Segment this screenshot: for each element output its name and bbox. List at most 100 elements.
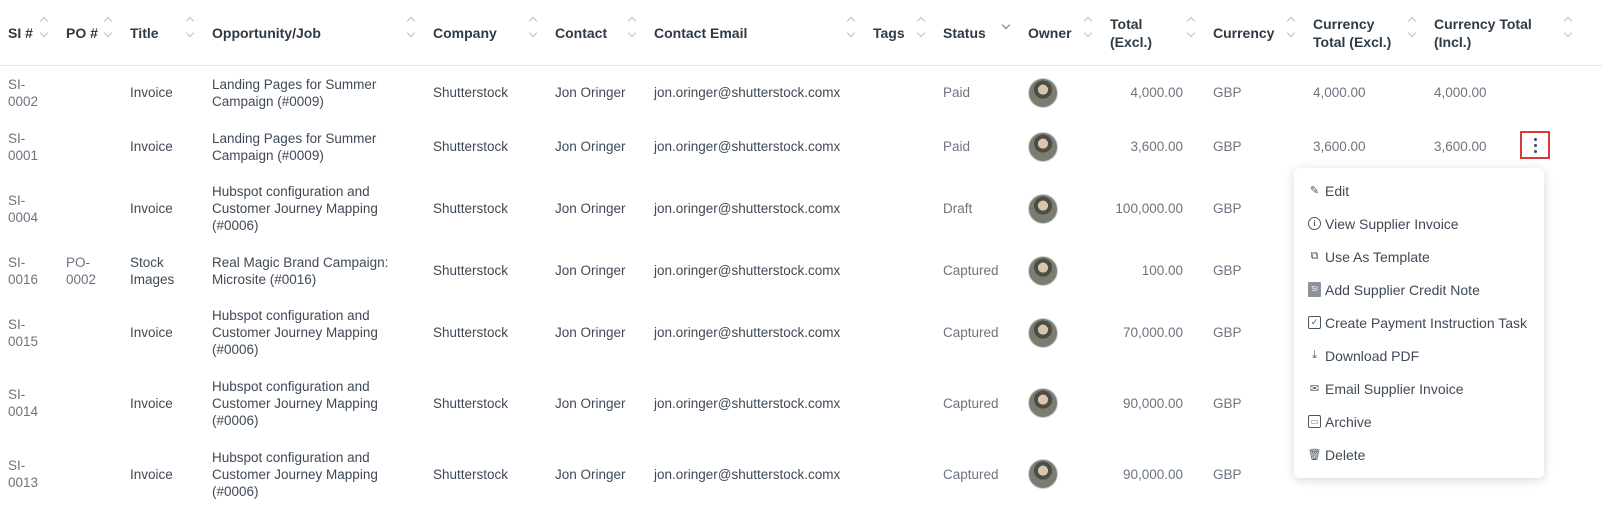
- col-header-owner[interactable]: Owner: [1020, 0, 1102, 66]
- sort-icon[interactable]: [1084, 16, 1094, 40]
- cell-currency: GBP: [1213, 139, 1242, 154]
- sort-icon[interactable]: [40, 16, 50, 40]
- sort-desc-icon[interactable]: [1002, 16, 1012, 40]
- row-actions-kebab-button[interactable]: [1520, 131, 1550, 159]
- sort-icon[interactable]: [847, 16, 857, 40]
- col-header-po[interactable]: PO #: [58, 0, 122, 66]
- cell-tags: [865, 368, 935, 439]
- cell-si: SI-0013: [8, 458, 39, 490]
- cell-total-excl: 100,000.00: [1115, 201, 1183, 216]
- sort-icon[interactable]: [1564, 16, 1574, 40]
- cell-owner: [1020, 244, 1102, 298]
- cell-contact-email: jon.oringer@shutterstock.comx: [654, 395, 841, 411]
- owner-avatar[interactable]: [1028, 77, 1058, 108]
- col-header-si[interactable]: SI #: [0, 0, 58, 66]
- menu-item-view-supplier-invoice[interactable]: i View Supplier Invoice: [1294, 207, 1544, 240]
- cell-opportunity: Landing Pages for Summer Campaign (#0009…: [212, 76, 377, 109]
- table-row[interactable]: SI-0002 Invoice Landing Pages for Summer C…: [0, 66, 1602, 120]
- cell-total-excl: 90,000.00: [1122, 395, 1183, 411]
- cell-total-excl: 4,000.00: [1130, 85, 1183, 101]
- col-header-currency-total-excl[interactable]: Currency Total (Excl.): [1305, 0, 1426, 66]
- cell-po: PO-0002: [66, 254, 97, 287]
- owner-avatar[interactable]: [1028, 317, 1058, 348]
- sort-icon[interactable]: [917, 16, 927, 40]
- info-icon: i: [1308, 217, 1321, 230]
- cell-status: Captured: [943, 395, 999, 411]
- sort-icon[interactable]: [1408, 16, 1418, 40]
- sort-icon[interactable]: [1187, 16, 1197, 40]
- dot: [1533, 137, 1537, 141]
- cell-currency: GBP: [1213, 325, 1242, 340]
- cell-tags: [865, 120, 935, 174]
- menu-item-create-payment-instruction-task[interactable]: ✓ Create Payment Instruction Task: [1294, 306, 1544, 339]
- cell-contact-email: jon.oringer@shutterstock.comx: [654, 85, 841, 101]
- sort-icon[interactable]: [104, 16, 114, 40]
- cell-owner: [1020, 298, 1102, 368]
- owner-avatar[interactable]: [1028, 255, 1058, 286]
- menu-item-add-supplier-credit-note[interactable]: SI Add Supplier Credit Note: [1294, 273, 1544, 306]
- owner-avatar[interactable]: [1028, 459, 1058, 489]
- download-icon: ⤓: [1312, 349, 1317, 361]
- sort-icon[interactable]: [529, 16, 539, 40]
- col-header-contact-email[interactable]: Contact Email: [646, 0, 865, 66]
- table-header-row: SI # PO # Title Opportunity/Job Company …: [0, 0, 1602, 66]
- col-header-status[interactable]: Status: [935, 0, 1020, 66]
- menu-item-archive[interactable]: ▭ Archive: [1294, 405, 1544, 438]
- cell-currency-total-incl: 4,000.00: [1434, 85, 1487, 101]
- menu-item-edit[interactable]: ✎ Edit: [1294, 174, 1544, 207]
- sort-icon[interactable]: [1287, 16, 1297, 40]
- cell-si: SI-0015: [8, 316, 39, 349]
- cell-title: Invoice: [130, 139, 173, 154]
- col-header-currency-total-incl[interactable]: Currency Total (Incl.): [1426, 0, 1602, 66]
- cell-po: [58, 66, 122, 120]
- col-header-currency[interactable]: Currency: [1205, 0, 1305, 66]
- cell-status: Captured: [943, 325, 999, 340]
- col-header-total-excl[interactable]: Total (Excl.): [1102, 0, 1205, 66]
- sort-icon[interactable]: [186, 16, 196, 40]
- cell-contact: Jon Oringer: [555, 201, 626, 216]
- owner-avatar[interactable]: [1028, 388, 1058, 418]
- cell-opportunity: Hubspot configuration and Customer Journ…: [212, 378, 378, 428]
- cell-contact: Jon Oringer: [555, 263, 626, 278]
- cell-opportunity: Hubspot configuration and Customer Journ…: [212, 308, 378, 357]
- col-header-company[interactable]: Company: [425, 0, 547, 66]
- owner-avatar[interactable]: [1028, 193, 1058, 224]
- col-header-tags[interactable]: Tags: [865, 0, 935, 66]
- col-header-opportunity[interactable]: Opportunity/Job: [204, 0, 425, 66]
- cell-company: Shutterstock: [433, 466, 509, 482]
- sort-icon[interactable]: [407, 16, 417, 40]
- cell-si: SI-0004: [8, 192, 39, 225]
- cell-po: [58, 298, 122, 368]
- cell-opportunity: Landing Pages for Summer Campaign (#0009…: [212, 130, 377, 163]
- menu-item-download-pdf[interactable]: ⤓ Download PDF: [1294, 339, 1544, 372]
- cell-currency: GBP: [1213, 395, 1242, 411]
- cell-opportunity: Hubspot configuration and Customer Journ…: [212, 449, 378, 499]
- cell-contact-email: jon.oringer@shutterstock.comx: [654, 201, 841, 216]
- cell-total-excl: 70,000.00: [1122, 325, 1183, 340]
- owner-avatar[interactable]: [1028, 131, 1058, 162]
- trash-icon: 🗑: [1307, 449, 1322, 461]
- cell-tags: [865, 174, 935, 244]
- cell-owner: [1020, 368, 1102, 439]
- cell-company: Shutterstock: [433, 85, 509, 101]
- cell-total-excl: 90,000.00: [1122, 466, 1183, 482]
- cell-si: SI-0016: [8, 254, 39, 287]
- cell-currency: GBP: [1213, 263, 1242, 278]
- cell-status: Captured: [943, 263, 999, 278]
- cell-contact: Jon Oringer: [555, 395, 626, 411]
- cell-company: Shutterstock: [433, 325, 509, 340]
- table-row[interactable]: SI-0001 Invoice Landing Pages for Summer C…: [0, 120, 1602, 174]
- menu-item-delete[interactable]: 🗑 Delete: [1294, 438, 1544, 471]
- cell-po: [58, 120, 122, 174]
- col-header-contact[interactable]: Contact: [547, 0, 646, 66]
- sort-icon[interactable]: [628, 16, 638, 40]
- cell-currency: GBP: [1213, 466, 1242, 482]
- col-header-title[interactable]: Title: [122, 0, 204, 66]
- cell-owner: [1020, 174, 1102, 244]
- cell-tags: [865, 439, 935, 510]
- menu-item-email-supplier-invoice[interactable]: ✉ Email Supplier Invoice: [1294, 372, 1544, 405]
- menu-item-use-as-template[interactable]: ⧉ Use As Template: [1294, 240, 1544, 273]
- cell-contact: Jon Oringer: [555, 325, 626, 340]
- cell-title: Invoice: [130, 85, 173, 101]
- cell-tags: [865, 298, 935, 368]
